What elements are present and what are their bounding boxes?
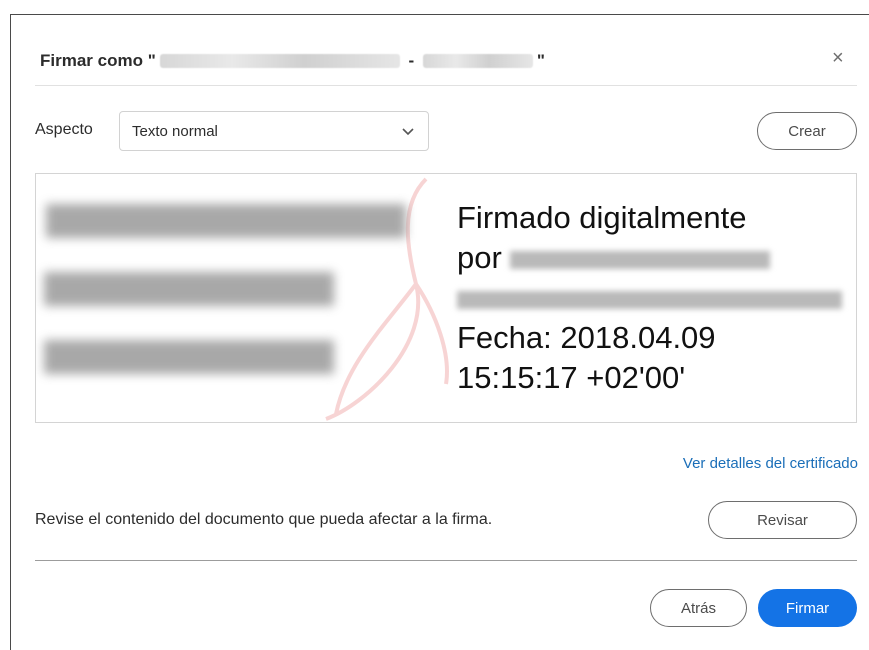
redacted-id-line (457, 278, 842, 318)
date-line: Fecha: 2018.04.09 (457, 320, 716, 355)
appearance-select[interactable]: Texto normal (119, 111, 429, 151)
signature-preview: Firmado digitalmente por Fecha: 2018.04.… (35, 173, 857, 423)
certificate-details-link[interactable]: Ver detalles del certificado (683, 455, 858, 472)
signed-by-label: por (457, 240, 502, 275)
signed-by-line: por (457, 238, 842, 278)
title-suffix: " (536, 51, 545, 70)
time-line: 15:15:17 +02'00' (457, 360, 686, 395)
appearance-label: Aspecto (35, 121, 93, 138)
signed-digitally-line: Firmado digitalmente (457, 200, 747, 235)
close-icon[interactable]: × (832, 48, 844, 68)
redacted-name-line-3 (44, 340, 334, 374)
dialog-title: Firmar como " - " (40, 50, 545, 72)
review-message: Revise el contenido del documento que pu… (35, 511, 493, 528)
title-prefix: Firmar como " (40, 51, 156, 70)
redacted-signer-name-2 (509, 250, 770, 269)
review-button[interactable]: Revisar (708, 501, 857, 539)
footer-divider (35, 560, 857, 561)
redacted-signer-id (422, 54, 533, 68)
signature-details: Firmado digitalmente por Fecha: 2018.04.… (457, 198, 842, 398)
title-separator: - (403, 51, 419, 70)
sign-button[interactable]: Firmar (758, 589, 857, 627)
appearance-selected-value: Texto normal (132, 122, 218, 140)
redacted-signer-name (159, 54, 400, 68)
chevron-down-icon (402, 128, 414, 136)
back-button[interactable]: Atrás (650, 589, 747, 627)
redacted-name-line-2 (44, 272, 334, 306)
header-divider (35, 85, 857, 86)
create-button[interactable]: Crear (757, 112, 857, 150)
redacted-name-line-1 (46, 204, 406, 238)
redacted-signer-id-2 (457, 290, 842, 309)
